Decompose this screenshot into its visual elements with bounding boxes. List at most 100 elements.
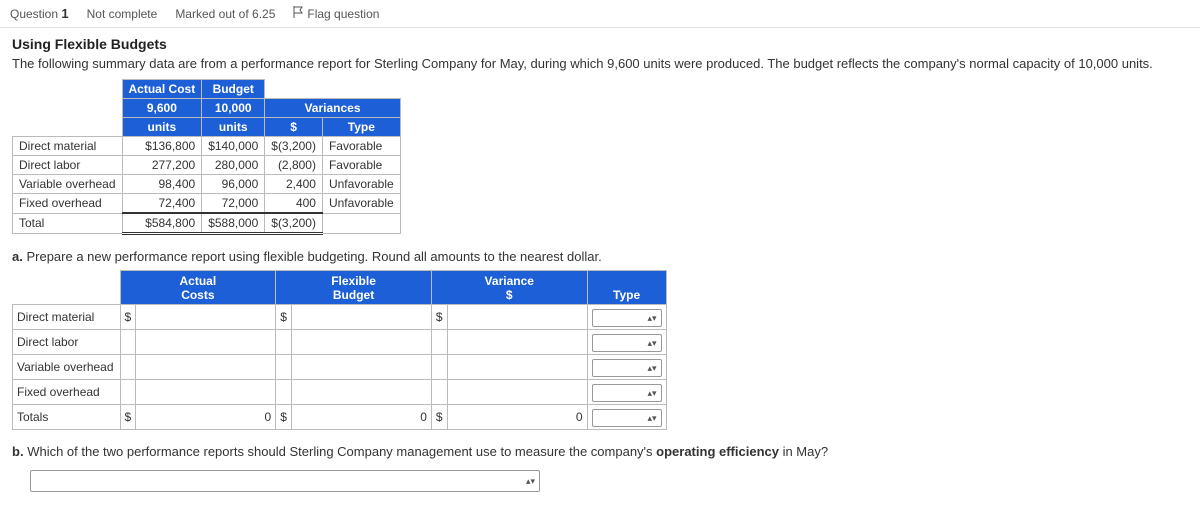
input-actual[interactable] bbox=[136, 330, 276, 355]
dollar-sign: $ bbox=[431, 405, 447, 430]
hdr-budget: Budget bbox=[202, 80, 265, 99]
row-label: Direct material bbox=[13, 305, 121, 330]
dollar-sign: $ bbox=[120, 305, 136, 330]
part-b-select[interactable]: ▴▾ bbox=[30, 470, 540, 492]
hdr-budget-units: units bbox=[202, 118, 265, 137]
input-actual[interactable] bbox=[136, 305, 276, 330]
part-a-text: Prepare a new performance report using f… bbox=[26, 249, 601, 264]
answer-totals-row: Totals $ 0 $ 0 $ 0 ▴▾ bbox=[13, 405, 667, 430]
hdr-var-type: Type bbox=[322, 118, 400, 137]
table-row: Variable overhead 98,400 96,000 2,400 Un… bbox=[13, 175, 401, 194]
cell-variance-total: $(3,200) bbox=[265, 213, 323, 234]
part-b-text-bold: operating efficiency bbox=[656, 444, 779, 459]
hdr-budget2: Budget bbox=[333, 288, 374, 302]
dollar-sign: $ bbox=[276, 305, 292, 330]
type-select[interactable]: ▴▾ bbox=[592, 334, 662, 352]
hdr-budget-units-val: 10,000 bbox=[202, 99, 265, 118]
table-row: Fixed overhead 72,400 72,000 400 Unfavor… bbox=[13, 194, 401, 214]
cell-variance: (2,800) bbox=[265, 156, 323, 175]
answer-row: Fixed overhead ▴▾ bbox=[13, 380, 667, 405]
type-select-cell: ▴▾ bbox=[587, 305, 666, 330]
type-select[interactable]: ▴▾ bbox=[592, 309, 662, 327]
cell-actual: 72,400 bbox=[122, 194, 202, 214]
total-actual[interactable]: 0 bbox=[136, 405, 276, 430]
dollar-sign bbox=[276, 330, 292, 355]
part-a: a. Prepare a new performance report usin… bbox=[12, 249, 1188, 264]
question-number: Question 1 bbox=[10, 6, 69, 21]
cell-actual: 98,400 bbox=[122, 175, 202, 194]
row-label: Variable overhead bbox=[13, 355, 121, 380]
answer-row: Variable overhead ▴▾ bbox=[13, 355, 667, 380]
hdr-flexible-budget: Flexible Budget bbox=[276, 271, 432, 305]
cell-budget: 280,000 bbox=[202, 156, 265, 175]
answer-row: Direct material $ $ $ ▴▾ bbox=[13, 305, 667, 330]
page-title: Using Flexible Budgets bbox=[12, 36, 1188, 52]
dollar-sign bbox=[276, 355, 292, 380]
cell-variance: 2,400 bbox=[265, 175, 323, 194]
input-variance[interactable] bbox=[447, 330, 587, 355]
row-label: Direct material bbox=[13, 137, 123, 156]
part-a-label: a. bbox=[12, 249, 23, 264]
type-select[interactable]: ▴▾ bbox=[592, 359, 662, 377]
total-variance[interactable]: 0 bbox=[447, 405, 587, 430]
dollar-sign bbox=[120, 330, 136, 355]
cell-variance: 400 bbox=[265, 194, 323, 214]
cell-type: Favorable bbox=[322, 156, 400, 175]
row-label: Direct labor bbox=[13, 330, 121, 355]
dollar-sign: $ bbox=[431, 305, 447, 330]
question-header: Question 1 Not complete Marked out of 6.… bbox=[0, 0, 1200, 28]
input-variance[interactable] bbox=[447, 380, 587, 405]
table-row: Direct labor 277,200 280,000 (2,800) Fav… bbox=[13, 156, 401, 175]
total-flexible[interactable]: 0 bbox=[291, 405, 431, 430]
cell-type: Unfavorable bbox=[322, 175, 400, 194]
summary-table: Actual Cost Budget 9,600 10,000 Variance… bbox=[12, 79, 401, 235]
answer-table: Actual Costs Flexible Budget Variance $ … bbox=[12, 270, 667, 430]
dollar-sign bbox=[431, 330, 447, 355]
type-select-cell: ▴▾ bbox=[587, 405, 666, 430]
table-total-row: Total $584,800 $588,000 $(3,200) bbox=[13, 213, 401, 234]
input-flexible[interactable] bbox=[291, 330, 431, 355]
hdr-actual-costs: Actual Costs bbox=[120, 271, 276, 305]
flag-question-text: Flag question bbox=[307, 7, 379, 21]
type-select[interactable]: ▴▾ bbox=[592, 384, 662, 402]
row-label: Totals bbox=[13, 405, 121, 430]
input-actual[interactable] bbox=[136, 380, 276, 405]
hdr-variance2: Variance $ bbox=[431, 271, 587, 305]
hdr-actual-cost: Actual Cost bbox=[122, 80, 202, 99]
part-b-text-after: in May? bbox=[779, 444, 828, 459]
cell-actual: $136,800 bbox=[122, 137, 202, 156]
question-number-value: 1 bbox=[61, 6, 68, 21]
hdr-variances: Variances bbox=[265, 99, 400, 118]
input-actual[interactable] bbox=[136, 355, 276, 380]
row-label: Direct labor bbox=[13, 156, 123, 175]
input-variance[interactable] bbox=[447, 355, 587, 380]
question-content: Using Flexible Budgets The following sum… bbox=[0, 28, 1200, 512]
type-select[interactable]: ▴▾ bbox=[592, 409, 662, 427]
type-select-cell: ▴▾ bbox=[587, 330, 666, 355]
input-flexible[interactable] bbox=[291, 380, 431, 405]
intro-text: The following summary data are from a pe… bbox=[12, 56, 1188, 71]
flag-icon bbox=[293, 6, 303, 21]
input-flexible[interactable] bbox=[291, 355, 431, 380]
input-variance[interactable] bbox=[447, 305, 587, 330]
question-label-text: Question bbox=[10, 7, 58, 21]
cell-variance: $(3,200) bbox=[265, 137, 323, 156]
dollar-sign bbox=[431, 380, 447, 405]
chevron-updown-icon: ▴▾ bbox=[648, 413, 657, 424]
flag-question-link[interactable]: Flag question bbox=[293, 6, 379, 21]
cell-actual-total: $584,800 bbox=[122, 213, 202, 234]
row-label: Total bbox=[13, 213, 123, 234]
chevron-updown-icon: ▴▾ bbox=[648, 313, 657, 324]
chevron-updown-icon: ▴▾ bbox=[648, 338, 657, 349]
hdr-actual: Actual bbox=[180, 274, 217, 288]
dollar-sign bbox=[120, 355, 136, 380]
row-label: Variable overhead bbox=[13, 175, 123, 194]
part-b: b. Which of the two performance reports … bbox=[12, 444, 832, 492]
cell-type-total bbox=[322, 213, 400, 234]
hdr-flexible: Flexible bbox=[331, 274, 376, 288]
dollar-sign bbox=[431, 355, 447, 380]
chevron-updown-icon: ▴▾ bbox=[648, 363, 657, 374]
hdr-actual-units: units bbox=[122, 118, 202, 137]
input-flexible[interactable] bbox=[291, 305, 431, 330]
cell-budget: 96,000 bbox=[202, 175, 265, 194]
